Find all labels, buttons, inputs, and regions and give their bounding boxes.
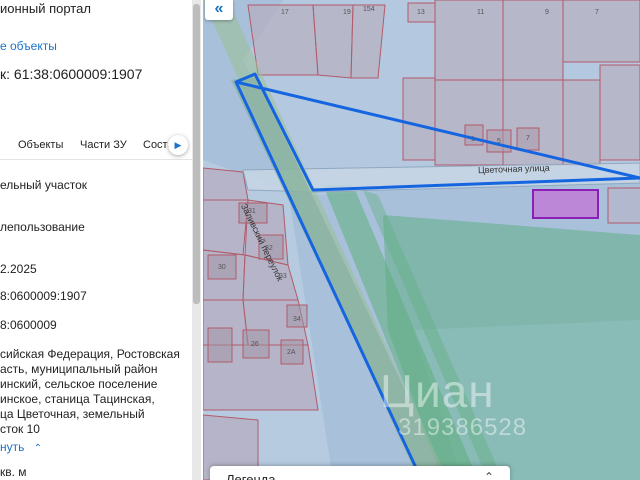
cadastral-number-value: 8:0600009:1907 [0,289,87,303]
parcel-label-2a: 2А [287,349,296,356]
parcel-label-1: 1 [471,136,475,143]
panel-scrollbar[interactable] [192,0,201,480]
show-objects-link[interactable]: е объекты [0,39,57,53]
parcel-label-7: 7 [526,135,530,142]
parcel-label-13: 13 [417,9,425,16]
collapse-link-label: нуть [0,440,25,454]
chevron-right-icon[interactable]: ▶ [168,135,188,155]
parcel-label-11: 11 [477,9,485,16]
scroll-thumb[interactable] [193,4,200,304]
legend-title: Легенда [226,472,276,480]
highlighted-parcel [532,189,599,219]
info-panel: ионный портал е объекты к: 61:38:0600009… [0,0,203,480]
parcel-label-26: 26 [251,341,259,348]
parcel-row2-4 [562,79,601,166]
parcel-right-edge [607,187,640,224]
tab-bar: Объекты Части ЗУ Соста [0,130,194,160]
watermark-logo: Циан [380,365,495,417]
address-line-5: ца Цветочная, земельный [0,407,145,421]
parcel-9 [502,0,564,81]
parcel-11 [434,0,504,81]
parcel-label-7a: 7 [595,9,599,16]
parcel-l1 [203,167,249,201]
area-unit: кв. м [0,465,27,479]
tab-parts[interactable]: Части ЗУ [80,139,127,151]
collapse-address-link[interactable]: нуть ⌃ [0,440,42,454]
parcel-label-30: 30 [218,264,226,271]
chevron-up-icon[interactable]: ⌃ [484,470,494,480]
parcel-label-154: 154 [363,6,375,13]
parcel-label-5: 5 [497,138,501,145]
tab-objects[interactable]: Объекты [18,139,63,151]
legend-panel[interactable]: Легенда ⌃ [210,466,510,480]
address-line-4: инское, станица Тацинская, [0,392,155,406]
house-l5 [207,327,233,363]
address-line-2: асть, муниципальный район [0,362,158,376]
portal-title: ионный портал [0,1,91,16]
date-value: 2.2025 [0,262,37,276]
address-line-3: инский, сельское поселение [0,377,158,391]
land-use: лепользование [0,220,85,234]
collapse-panel-button[interactable]: « [205,0,233,20]
parcel-label-34: 34 [293,316,301,323]
watermark-id: 319386528 [398,414,528,441]
parcel-label-17: 17 [281,9,289,16]
address-line-1: сийская Федерация, Ростовская [0,347,180,361]
parcel-row2-5 [599,64,640,161]
chevron-up-icon: ⌃ [33,443,43,454]
parcel-label-9: 9 [545,9,549,16]
cadastral-number: к: 61:38:0600009:1907 [0,66,143,82]
address-line-6: сток 10 [0,422,40,436]
parcel-label-19: 19 [343,9,351,16]
land-category: ельный участок [0,178,88,192]
parcel-7a [562,0,640,63]
parcel-row2-1 [402,77,436,161]
cadastral-quarter-value: 8:0600009 [0,318,57,332]
